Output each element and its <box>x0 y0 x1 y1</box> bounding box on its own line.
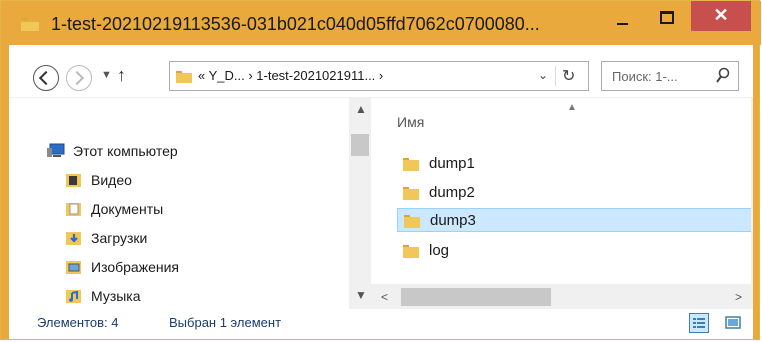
up-arrow-icon[interactable]: ↑ <box>117 65 126 86</box>
item-count: Элементов: 4 <box>37 315 119 330</box>
video-folder-icon <box>66 174 81 187</box>
forward-arrow-icon[interactable] <box>66 65 92 91</box>
scrollbar-thumb[interactable] <box>401 288 551 306</box>
scroll-up-icon[interactable]: ▲ <box>355 102 367 116</box>
tree-item-label: Загрузки <box>91 230 148 246</box>
scroll-right-icon[interactable]: > <box>735 290 742 304</box>
file-list-horizontal-scrollbar[interactable]: < > <box>371 284 753 310</box>
large-icons-view-icon <box>725 316 741 329</box>
folder-icon <box>21 18 39 31</box>
file-name: log <box>429 242 450 259</box>
details-view-button[interactable] <box>689 313 709 333</box>
file-row-dump3[interactable]: dump3 <box>397 208 753 232</box>
folder-icon <box>403 158 419 171</box>
status-bar: Элементов: 4 Выбран 1 элемент <box>9 309 753 339</box>
scroll-down-icon[interactable]: ▼ <box>355 288 367 302</box>
folder-icon <box>403 245 419 258</box>
scroll-left-icon[interactable]: < <box>381 290 388 304</box>
explorer-window: 1-test-20210219113536-031b021c040d05ffd7… <box>0 0 761 340</box>
tree-item-this-pc[interactable]: Этот компьютер <box>47 140 347 162</box>
tree-item-video[interactable]: Видео <box>65 169 345 191</box>
selection-count: Выбран 1 элемент <box>169 315 282 330</box>
address-bar[interactable]: « Y_D... › 1-test-2021021911... › ⌄ ↻ <box>169 61 589 91</box>
minimize-button[interactable] <box>605 1 643 31</box>
folder-icon <box>403 187 419 200</box>
breadcrumb[interactable]: « Y_D... › 1-test-2021021911... › <box>198 68 383 83</box>
tree-item-label: Этот компьютер <box>73 143 178 159</box>
recent-locations-chevron-down-icon[interactable]: ▼ <box>101 69 112 81</box>
computer-icon <box>47 143 65 157</box>
address-divider <box>555 66 556 86</box>
tree-item-downloads[interactable]: Загрузки <box>65 227 345 249</box>
maximize-icon <box>660 11 674 24</box>
navigation-bar: ▼ ↑ « Y_D... › 1-test-2021021911... › ⌄ … <box>9 45 753 97</box>
close-button[interactable]: ✕ <box>691 1 751 31</box>
refresh-icon[interactable]: ↻ <box>562 66 575 86</box>
file-row-dump2[interactable]: dump2 <box>397 181 753 205</box>
documents-folder-icon <box>66 203 81 216</box>
file-row-log[interactable]: log <box>397 239 753 263</box>
file-row-dump1[interactable]: dump1 <box>397 152 753 176</box>
folder-icon <box>176 71 192 83</box>
tree-item-label: Изображения <box>91 259 179 275</box>
title-bar[interactable]: 1-test-20210219113536-031b021c040d05ffd7… <box>1 1 761 45</box>
folder-icon <box>404 215 420 228</box>
file-name: dump2 <box>429 184 475 201</box>
search-icon[interactable] <box>716 67 730 85</box>
large-icons-view-button[interactable] <box>723 313 743 333</box>
music-folder-icon <box>66 290 81 303</box>
tree-item-documents[interactable]: Документы <box>65 198 345 220</box>
tree-item-music[interactable]: Музыка <box>65 285 345 307</box>
window-title: 1-test-20210219113536-031b021c040d05ffd7… <box>51 14 540 34</box>
file-name: dump3 <box>430 212 476 229</box>
tree-item-label: Документы <box>91 201 164 217</box>
file-list: ▲ Имя dump1 dump2 dump3 log <box>375 98 753 284</box>
tree-item-label: Видео <box>91 172 132 188</box>
back-arrow-icon[interactable] <box>33 65 59 91</box>
navigation-pane: Этот компьютер Видео Документы Загрузки … <box>9 98 349 310</box>
tree-item-pictures[interactable]: Изображения <box>65 256 345 278</box>
minimize-icon <box>617 23 628 25</box>
downloads-folder-icon <box>66 232 81 245</box>
file-pane-edge <box>751 98 753 284</box>
column-header-name[interactable]: Имя <box>397 114 424 130</box>
maximize-button[interactable] <box>648 1 686 31</box>
details-view-icon <box>693 318 705 328</box>
address-dropdown-chevron-down-icon[interactable]: ⌄ <box>538 68 548 82</box>
file-name: dump1 <box>429 155 475 172</box>
content-area: Этот компьютер Видео Документы Загрузки … <box>9 97 753 310</box>
search-input[interactable]: Поиск: 1-... <box>612 69 678 84</box>
search-box[interactable]: Поиск: 1-... <box>601 61 739 91</box>
close-icon: ✕ <box>713 5 729 25</box>
navigation-pane-scrollbar[interactable]: ▲ ▼ <box>349 98 371 310</box>
pictures-folder-icon <box>66 261 81 274</box>
sort-ascending-icon: ▲ <box>567 102 577 113</box>
tree-item-label: Музыка <box>91 288 141 304</box>
scrollbar-thumb[interactable] <box>351 134 369 156</box>
